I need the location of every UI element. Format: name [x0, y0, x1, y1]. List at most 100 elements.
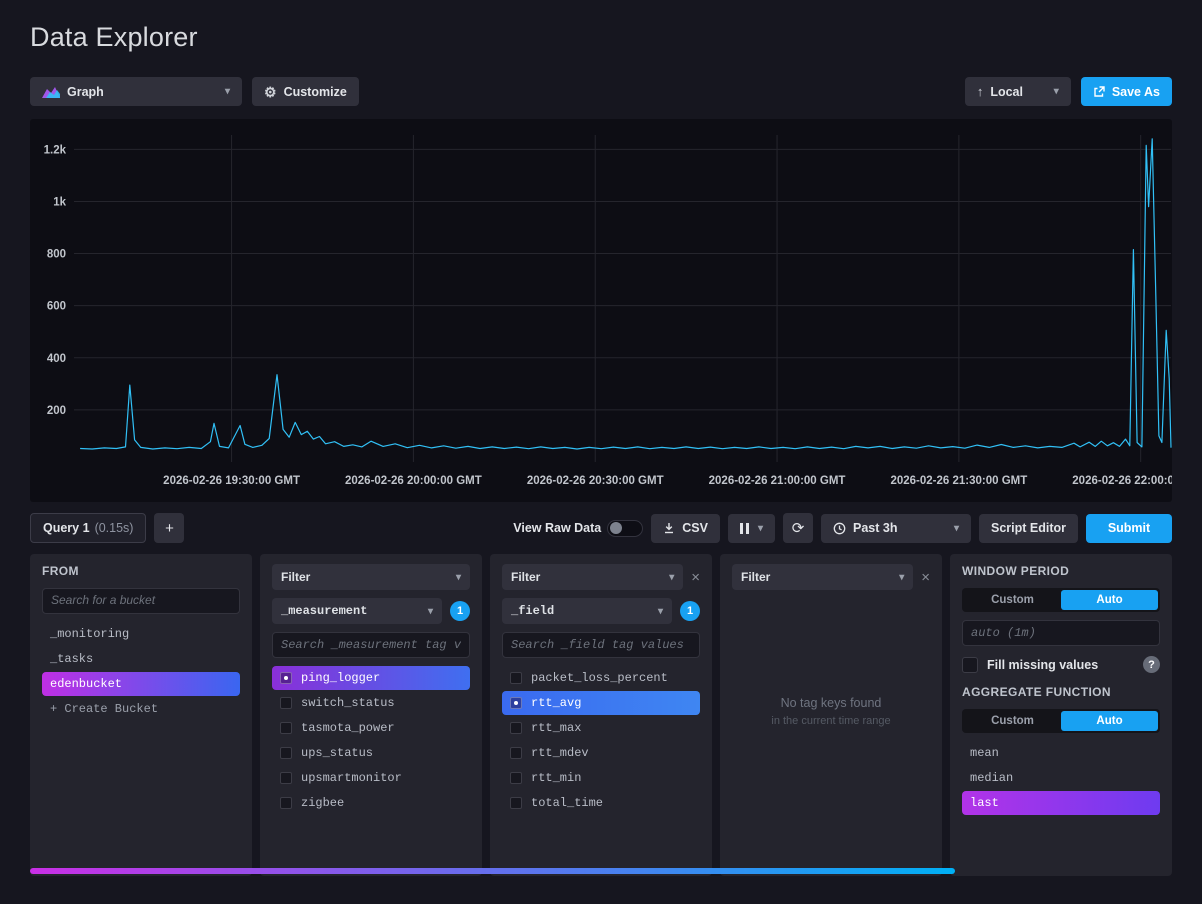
checkbox-icon: [280, 797, 292, 809]
auto-mode-button[interactable]: Auto: [1061, 590, 1158, 610]
window-period-header: WINDOW PERIOD: [962, 564, 1160, 578]
svg-text:800: 800: [47, 249, 66, 261]
measurement-item[interactable]: zigbee: [272, 791, 470, 815]
checkbox-icon: [510, 722, 522, 734]
tag-key-label: _measurement: [281, 604, 367, 618]
measurement-item[interactable]: switch_status: [272, 691, 470, 715]
pause-icon: [740, 523, 749, 534]
customize-button[interactable]: ⚙ Customize: [252, 77, 359, 106]
toggle-knob: [610, 522, 622, 534]
measurement-item[interactable]: upsmartmonitor: [272, 766, 470, 790]
measurement-label: ups_status: [301, 746, 373, 760]
bucket-item[interactable]: _monitoring: [42, 622, 240, 646]
checkbox-icon: [280, 747, 292, 759]
tag-key-dropdown[interactable]: _field ▾: [502, 598, 672, 624]
filter-type-dropdown[interactable]: Filter ▾: [502, 564, 683, 590]
data-explorer-page: Data Explorer Graph ▾ ⚙ Customize ↑ Loca…: [0, 0, 1202, 876]
query-builder: FROM _monitoring _tasks edenbucket + Cre…: [30, 554, 1172, 876]
csv-label: CSV: [682, 521, 708, 535]
chevron-down-icon: ▾: [456, 572, 461, 583]
csv-download-button[interactable]: CSV: [651, 514, 720, 543]
filter-type-dropdown[interactable]: Filter ▾: [732, 564, 913, 590]
custom-mode-button[interactable]: Custom: [964, 590, 1061, 610]
field-item[interactable]: rtt_min: [502, 766, 700, 790]
fill-missing-checkbox[interactable]: [962, 657, 978, 673]
svg-text:2026-02-26 22:00:00 GMT: 2026-02-26 22:00:00 GMT: [1072, 475, 1172, 487]
field-item[interactable]: rtt_mdev: [502, 741, 700, 765]
filter-type-label: Filter: [741, 570, 770, 584]
svg-text:2026-02-26 20:00:00 GMT: 2026-02-26 20:00:00 GMT: [345, 475, 482, 487]
gear-icon: ⚙: [264, 85, 277, 99]
refresh-icon: ⟳: [792, 521, 805, 536]
filter-type-dropdown[interactable]: Filter ▾: [272, 564, 470, 590]
chart-panel: 2004006008001k1.2k2026-02-26 19:30:00 GM…: [30, 119, 1172, 502]
measurement-item[interactable]: tasmota_power: [272, 716, 470, 740]
window-period-input[interactable]: [962, 620, 1160, 646]
query-duration: (0.15s): [95, 521, 134, 535]
filter-key-row: _field ▾ 1: [502, 598, 700, 624]
field-item-selected[interactable]: rtt_avg: [502, 691, 700, 715]
svg-text:1.2k: 1.2k: [44, 144, 67, 156]
help-icon[interactable]: ?: [1143, 656, 1160, 673]
create-bucket-link[interactable]: + Create Bucket: [42, 697, 240, 721]
field-label: rtt_mdev: [531, 746, 589, 760]
view-raw-data-toggle[interactable]: [607, 520, 643, 537]
checkbox-icon: [510, 772, 522, 784]
window-aggregate-panel: WINDOW PERIOD Custom Auto Fill missing v…: [950, 554, 1172, 876]
bucket-item[interactable]: _tasks: [42, 647, 240, 671]
graph-type-dropdown[interactable]: Graph ▾: [30, 77, 242, 106]
svg-text:2026-02-26 21:00:00 GMT: 2026-02-26 21:00:00 GMT: [709, 475, 846, 487]
svg-text:600: 600: [47, 301, 66, 313]
aggregate-function-item-selected[interactable]: last: [962, 791, 1160, 815]
aggregate-header: AGGREGATE FUNCTION: [962, 685, 1160, 699]
line-chart-canvas[interactable]: 2004006008001k1.2k2026-02-26 19:30:00 GM…: [30, 119, 1172, 502]
horizontal-scrollbar[interactable]: [30, 868, 955, 874]
field-item[interactable]: rtt_max: [502, 716, 700, 740]
filter-field-panel: Filter ▾ × _field ▾ 1 packet_loss_percen…: [490, 554, 712, 876]
field-item[interactable]: total_time: [502, 791, 700, 815]
query-tab-1[interactable]: Query 1 (0.15s): [30, 513, 146, 543]
svg-text:2026-02-26 19:30:00 GMT: 2026-02-26 19:30:00 GMT: [163, 475, 300, 487]
empty-state: No tag keys found in the current time ra…: [732, 598, 930, 825]
checkbox-icon: [510, 747, 522, 759]
filter-key-row: _measurement ▾ 1: [272, 598, 470, 624]
svg-text:2026-02-26 21:30:00 GMT: 2026-02-26 21:30:00 GMT: [890, 475, 1027, 487]
auto-mode-button[interactable]: Auto: [1061, 711, 1158, 731]
submit-button[interactable]: Submit: [1086, 514, 1172, 543]
measurement-item[interactable]: ups_status: [272, 741, 470, 765]
aggregate-function-item[interactable]: mean: [962, 741, 1160, 765]
field-label: packet_loss_percent: [531, 671, 668, 685]
bucket-item-selected[interactable]: edenbucket: [42, 672, 240, 696]
close-icon[interactable]: ×: [691, 570, 700, 585]
close-icon[interactable]: ×: [921, 570, 930, 585]
refresh-button[interactable]: ⟳: [783, 513, 813, 543]
measurement-label: tasmota_power: [301, 721, 395, 735]
checkbox-icon: [280, 772, 292, 784]
chevron-down-icon: ▾: [1054, 86, 1059, 97]
custom-mode-button[interactable]: Custom: [964, 711, 1061, 731]
area-chart-icon: [42, 85, 60, 98]
fill-missing-row: Fill missing values ?: [962, 656, 1160, 673]
script-editor-button[interactable]: Script Editor: [979, 514, 1078, 543]
measurement-search-input[interactable]: [272, 632, 470, 658]
chevron-down-icon: ▾: [954, 523, 959, 534]
svg-text:200: 200: [47, 405, 66, 417]
pause-button[interactable]: ▾: [728, 514, 775, 543]
bucket-search-input[interactable]: [42, 588, 240, 614]
chevron-down-icon: ▾: [669, 572, 674, 583]
measurement-label: ping_logger: [301, 671, 380, 685]
measurement-item-selected[interactable]: ping_logger: [272, 666, 470, 690]
chevron-down-icon: ▾: [899, 572, 904, 583]
tag-key-dropdown[interactable]: _measurement ▾: [272, 598, 442, 624]
measurement-label: zigbee: [301, 796, 344, 810]
field-item[interactable]: packet_loss_percent: [502, 666, 700, 690]
measurement-label: upsmartmonitor: [301, 771, 402, 785]
timezone-dropdown[interactable]: ↑ Local ▾: [965, 77, 1071, 106]
aggregate-function-item[interactable]: median: [962, 766, 1160, 790]
query-tab-label: Query 1: [43, 521, 90, 535]
svg-text:400: 400: [47, 353, 66, 365]
add-query-button[interactable]: +: [154, 513, 184, 543]
time-range-dropdown[interactable]: Past 3h ▾: [821, 514, 971, 543]
field-search-input[interactable]: [502, 632, 700, 658]
save-as-button[interactable]: Save As: [1081, 77, 1172, 106]
